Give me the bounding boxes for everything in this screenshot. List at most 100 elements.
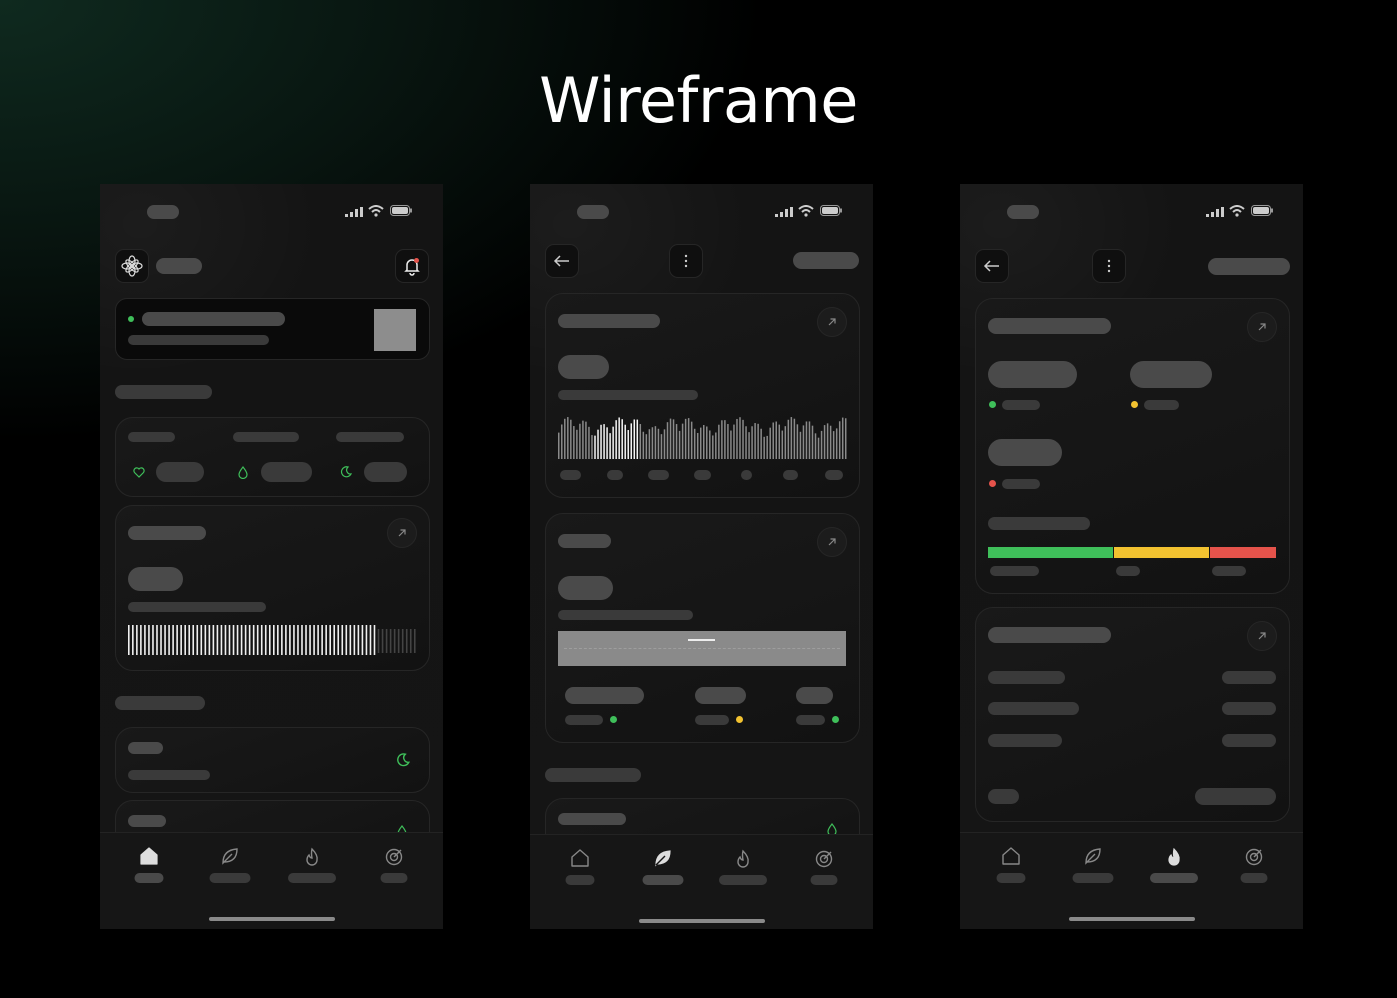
back-arrow-icon: [553, 255, 569, 267]
expand-button[interactable]: [817, 527, 847, 557]
progress-tick: [128, 625, 130, 655]
activity-card[interactable]: [115, 505, 430, 671]
nav-label-placeholder: [996, 873, 1026, 883]
chart-bar: [826, 423, 829, 459]
nav-target[interactable]: [794, 849, 854, 899]
chart-bar: [567, 417, 569, 459]
progress-tick: [156, 625, 158, 655]
metric-value-placeholder: [261, 462, 312, 482]
progress-tick: [413, 629, 416, 653]
target-icon: [385, 848, 403, 866]
range-segment-red: [1210, 547, 1276, 558]
back-button[interactable]: [545, 244, 579, 278]
progress-tick: [192, 625, 195, 655]
nav-home[interactable]: [119, 847, 179, 897]
target-icon: [1245, 848, 1263, 866]
bar-chart: [558, 417, 847, 459]
metrics-card[interactable]: [115, 417, 430, 497]
chart-card[interactable]: [545, 293, 860, 498]
nav-flame[interactable]: [1144, 847, 1204, 897]
chart-bar: [642, 431, 645, 459]
breakdown-card[interactable]: [975, 298, 1290, 594]
sleep-card[interactable]: [115, 727, 430, 793]
chart-bar: [838, 421, 841, 459]
progress-tick: [264, 625, 267, 655]
more-button[interactable]: [1092, 249, 1126, 283]
chart-bar: [766, 435, 768, 459]
progress-tick: [184, 625, 186, 655]
card-title-placeholder: [988, 318, 1111, 334]
progress-tick: [301, 625, 303, 655]
app-logo-button[interactable]: [115, 249, 149, 283]
chart-bar: [564, 418, 566, 459]
nav-target[interactable]: [1224, 847, 1284, 897]
progress-tick: [240, 625, 243, 655]
bell-icon: [404, 258, 420, 276]
chart-bar: [588, 426, 590, 459]
back-button[interactable]: [975, 249, 1009, 283]
row-value-placeholder: [1222, 671, 1276, 684]
legend-label-placeholder: [1002, 479, 1040, 489]
status-bar: [530, 204, 873, 220]
progress-tick: [180, 625, 182, 655]
flame-icon: [737, 849, 749, 868]
nav-home[interactable]: [550, 849, 610, 899]
progress-tick: [365, 625, 368, 655]
progress-tick: [373, 625, 376, 655]
progress-tick: [140, 625, 142, 655]
notifications-button[interactable]: [395, 249, 429, 283]
details-card[interactable]: [975, 607, 1290, 822]
chart-bar: [817, 437, 820, 459]
axis-label-placeholder: [648, 470, 669, 480]
progress-tick: [341, 625, 344, 655]
greeting-placeholder: [156, 258, 202, 274]
big-value-placeholder: [988, 361, 1077, 388]
chart-bar: [672, 419, 675, 459]
leaf-icon: [222, 848, 238, 865]
progress-tick: [228, 625, 231, 655]
chart-bar: [778, 424, 781, 459]
nav-leaf[interactable]: [1063, 847, 1123, 897]
moon-icon: [340, 466, 352, 478]
battery-icon: [1251, 205, 1273, 216]
chart-bar: [681, 423, 684, 459]
more-vertical-icon: [684, 254, 688, 268]
nav-leaf[interactable]: [200, 847, 260, 897]
signal-icon: [775, 207, 793, 217]
featured-title-placeholder: [142, 312, 285, 326]
signal-icon: [1206, 207, 1224, 217]
chart-bar: [585, 421, 587, 459]
featured-card[interactable]: [115, 298, 430, 360]
expand-button[interactable]: [387, 518, 417, 548]
chart-bar: [597, 429, 599, 459]
chart-bar: [687, 418, 690, 459]
big-value-placeholder: [1130, 361, 1212, 388]
chart-bar: [630, 423, 632, 459]
nav-home[interactable]: [981, 847, 1041, 897]
expand-button[interactable]: [1247, 621, 1277, 651]
nav-leaf[interactable]: [633, 849, 693, 899]
nav-flame[interactable]: [713, 849, 773, 899]
chart-bar: [636, 419, 639, 459]
expand-button[interactable]: [817, 307, 847, 337]
status-bar: [960, 204, 1303, 220]
comparison-card[interactable]: [545, 513, 860, 743]
highlight-line: [688, 639, 715, 641]
chart-bar: [660, 434, 663, 459]
progress-tick: [385, 629, 388, 653]
chart-bar: [721, 420, 723, 459]
chart-bar: [763, 436, 765, 459]
nav-flame[interactable]: [282, 847, 342, 897]
progress-tick: [405, 629, 408, 653]
progress-tick: [273, 625, 275, 655]
expand-button[interactable]: [1247, 312, 1277, 342]
chart-bar: [706, 426, 708, 459]
progress-tick: [136, 625, 138, 655]
nav-label-placeholder: [1240, 873, 1268, 883]
nav-target[interactable]: [364, 847, 424, 897]
more-button[interactable]: [669, 244, 703, 278]
heart-icon: [133, 467, 145, 478]
progress-tick: [329, 625, 331, 655]
bottom-nav: [960, 832, 1303, 929]
range-bar: [988, 547, 1276, 558]
